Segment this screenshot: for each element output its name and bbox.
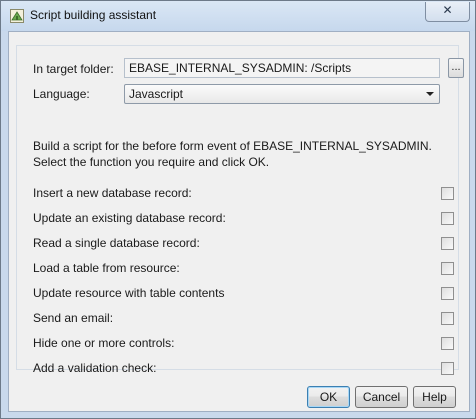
option-row[interactable]: Update an existing database record: [33, 210, 458, 228]
language-select[interactable]: Javascript [124, 84, 440, 104]
target-folder-field[interactable]: EBASE_INTERNAL_SYSADMIN: /Scripts [124, 58, 440, 78]
option-row[interactable]: Update resource with table contents [33, 285, 458, 303]
browse-folder-button[interactable]: ... [448, 58, 464, 78]
option-checkbox[interactable] [441, 337, 454, 350]
option-label: Hide one or more controls: [33, 336, 175, 350]
option-row[interactable]: Read a single database record: [33, 235, 458, 253]
option-checkbox[interactable] [441, 212, 454, 225]
option-label: Send an email: [33, 311, 114, 325]
description-line-2: Select the function you require and clic… [33, 155, 270, 169]
option-checkbox[interactable] [441, 312, 454, 325]
option-row[interactable]: Send an email: [33, 310, 458, 328]
option-checkbox[interactable] [441, 262, 454, 275]
chevron-down-icon [426, 92, 434, 96]
cancel-button[interactable]: Cancel [355, 386, 408, 408]
language-selected-value: Javascript [129, 87, 184, 101]
app-icon [10, 9, 24, 23]
option-label: Update resource with table contents [33, 286, 225, 300]
ok-button[interactable]: OK [307, 386, 350, 408]
help-button[interactable]: Help [413, 386, 456, 408]
option-checkbox[interactable] [441, 362, 454, 375]
option-checkbox[interactable] [441, 287, 454, 300]
folder-label: In target folder: [33, 62, 114, 76]
language-label: Language: [33, 87, 90, 101]
description-line-1: Build a script for the before form event… [33, 139, 432, 153]
option-label: Read a single database record: [33, 236, 200, 250]
option-row[interactable]: Hide one or more controls: [33, 335, 458, 353]
option-label: Insert a new database record: [33, 186, 192, 200]
dialog-window: Script building assistant ✕ In target fo… [0, 0, 476, 419]
close-icon: ✕ [442, 3, 453, 17]
window-title: Script building assistant [30, 8, 157, 22]
option-checkbox[interactable] [441, 187, 454, 200]
close-button[interactable]: ✕ [425, 2, 470, 22]
description-text: Build a script for the before form event… [33, 138, 432, 170]
dialog-content: In target folder: EBASE_INTERNAL_SYSADMI… [8, 31, 470, 412]
option-row[interactable]: Add a validation check: [33, 360, 458, 378]
option-label: Update an existing database record: [33, 211, 226, 225]
option-label: Add a validation check: [33, 361, 157, 375]
option-row[interactable]: Load a table from resource: [33, 260, 458, 278]
options-panel: In target folder: EBASE_INTERNAL_SYSADMI… [16, 45, 464, 375]
option-label: Load a table from resource: [33, 261, 180, 275]
option-row[interactable]: Insert a new database record: [33, 185, 458, 203]
option-checkbox[interactable] [441, 237, 454, 250]
title-bar[interactable]: Script building assistant ✕ [1, 1, 475, 31]
